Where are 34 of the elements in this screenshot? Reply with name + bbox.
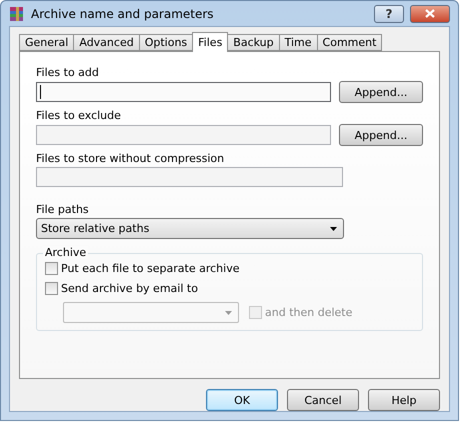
tab[interactable]: Comment <box>316 34 382 51</box>
checkbox[interactable] <box>45 282 58 294</box>
tab[interactable]: General <box>19 34 74 51</box>
checkbox-label: Put each file to separate archive <box>61 262 240 274</box>
group-title: Archive <box>43 246 88 259</box>
tab[interactable]: Files <box>192 32 228 52</box>
field-label: File paths <box>36 203 90 218</box>
window-title: Archive name and parameters <box>31 6 215 20</box>
dialog-button[interactable]: Cancel <box>287 389 359 411</box>
checkbox-label: Send archive by email to <box>61 282 198 294</box>
append-button[interactable]: Append... <box>338 124 423 146</box>
input-field[interactable] <box>36 82 331 102</box>
field-label: Files to add <box>36 66 100 81</box>
email-dropdown[interactable] <box>63 302 239 323</box>
dropdown-arrow-icon <box>330 226 337 230</box>
close-button[interactable] <box>410 4 450 22</box>
stacked-books-icon <box>9 6 25 22</box>
file-paths-dropdown[interactable]: Store relative paths <box>36 218 344 239</box>
checkbox-label: and then delete <box>265 306 352 319</box>
close-icon <box>425 9 435 18</box>
checkbox[interactable] <box>45 262 58 274</box>
tab[interactable]: Time <box>278 34 318 51</box>
field-label: Files to store without compression <box>36 152 226 167</box>
field-label: Files to exclude <box>36 109 122 124</box>
dialog-button[interactable]: Help <box>368 389 440 411</box>
tab[interactable]: Options <box>138 34 194 51</box>
input-field[interactable] <box>36 167 343 187</box>
dialog-button[interactable]: OK <box>206 389 278 411</box>
dropdown-arrow-icon <box>225 310 232 314</box>
tab[interactable]: Backup <box>227 34 280 51</box>
tab[interactable]: Advanced <box>73 34 140 51</box>
append-button[interactable]: Append... <box>338 81 423 103</box>
help-button[interactable]: ? <box>374 4 404 22</box>
input-field[interactable] <box>36 125 331 145</box>
